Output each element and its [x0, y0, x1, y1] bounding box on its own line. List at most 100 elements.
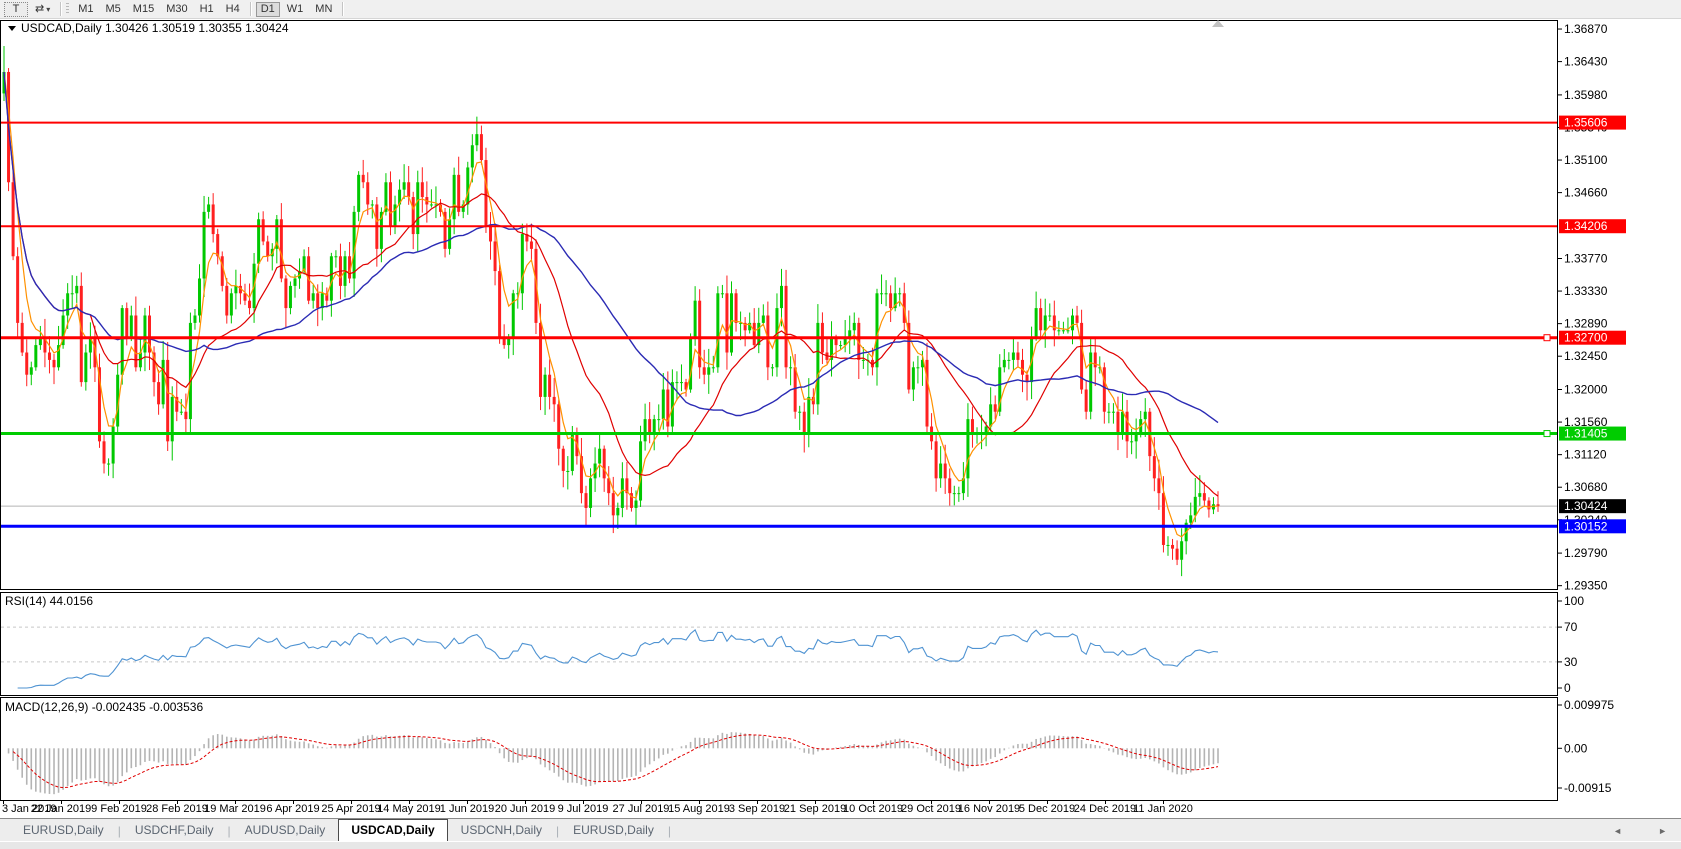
toolbar-grip[interactable]	[66, 3, 69, 15]
candle-body	[562, 449, 565, 471]
candle-body	[939, 464, 942, 479]
tab-scroll-left-icon[interactable]: ◄	[1613, 826, 1622, 836]
candle-body	[66, 293, 69, 315]
candle-body	[926, 360, 929, 427]
candle-body	[694, 301, 697, 338]
candle-body	[512, 293, 515, 337]
tab-strip: EURUSD,Daily|USDCHF,Daily|AUDUSD,DailyUS…	[10, 819, 672, 842]
candle-body	[143, 315, 146, 352]
candle-body	[675, 382, 678, 383]
candle-body	[735, 293, 738, 323]
timeframe-button-h1[interactable]: H1	[195, 2, 219, 17]
top-toolbar: T ⇄ ▾ M1M5M15M30H1H4 D1W1MN	[0, 0, 1681, 19]
timeframe-button-h4[interactable]: H4	[221, 2, 245, 17]
candle-body	[480, 134, 483, 160]
candle-body	[1126, 412, 1129, 442]
candle-body	[157, 382, 160, 404]
chart-tab-usdcnh-daily[interactable]: USDCNH,Daily	[448, 820, 555, 841]
chart-tab-audusd-daily[interactable]: AUDUSD,Daily	[232, 820, 339, 841]
candle-body	[289, 286, 292, 308]
candle-body	[1062, 330, 1065, 331]
candle-body	[1207, 501, 1210, 510]
candle-body	[1066, 330, 1069, 331]
toolbar-separator	[60, 2, 61, 16]
candle-body	[616, 508, 619, 515]
candle-body	[34, 345, 37, 367]
candle-body	[680, 382, 683, 383]
timeframe-button-m1[interactable]: M1	[73, 2, 98, 17]
candle-body	[412, 197, 415, 234]
candle-body	[162, 360, 165, 404]
candle-body	[1003, 360, 1006, 367]
candle-body	[557, 404, 560, 448]
candle-body	[1044, 315, 1047, 330]
timeframe-button-m30[interactable]: M30	[161, 2, 192, 17]
candle-body	[589, 478, 592, 508]
candle-body	[466, 167, 469, 204]
candle-body	[721, 293, 724, 294]
macd-panel[interactable]	[1, 698, 1558, 801]
chart-tab-usdcad-daily[interactable]: USDCAD,Daily	[338, 819, 447, 842]
tab-separator: |	[667, 824, 672, 838]
hline-anchor-marker[interactable]	[1544, 431, 1550, 437]
arrows-tool-button[interactable]: ⇄ ▾	[30, 2, 55, 17]
candle-body	[1085, 390, 1088, 412]
timeframe-button-mn[interactable]: MN	[310, 2, 337, 17]
timeframe-button-w1[interactable]: W1	[282, 2, 309, 17]
candle-body	[321, 293, 324, 308]
rsi-panel[interactable]	[1, 593, 1558, 696]
candle-body	[889, 293, 892, 308]
timeframe-button-group: M1M5M15M30H1H4 D1W1MN	[72, 2, 338, 17]
candle-body	[316, 293, 319, 308]
chart-tab-usdchf-daily[interactable]: USDCHF,Daily	[122, 820, 227, 841]
chart-canvas[interactable]: 1.368701.364301.359801.355401.351001.346…	[0, 0, 1681, 818]
time-scale[interactable]	[0, 802, 1558, 816]
candle-body	[1153, 456, 1156, 478]
candle-body	[1016, 353, 1019, 360]
candle-body	[366, 182, 369, 204]
candle-body	[180, 412, 183, 413]
timeframe-button-m15[interactable]: M15	[128, 2, 159, 17]
chart-tab-eurusd-daily[interactable]: EURUSD,Daily	[10, 820, 117, 841]
candle-body	[407, 182, 410, 197]
candle-body	[648, 419, 651, 434]
candle-body	[75, 286, 78, 293]
macd-indicator-label: MACD(12,26,9) -0.002435 -0.003536	[5, 700, 203, 714]
candle-body	[16, 256, 19, 323]
candle-body	[53, 360, 56, 367]
price-scale[interactable]	[1558, 20, 1681, 800]
candle-body	[539, 323, 542, 397]
candle-body	[312, 293, 315, 300]
hline-anchor-marker[interactable]	[1544, 335, 1550, 341]
candle-body	[725, 293, 728, 352]
candle-body	[885, 293, 888, 294]
candle-body	[807, 397, 810, 434]
candle-body	[403, 182, 406, 189]
main-chart-panel[interactable]	[1, 21, 1558, 590]
candle-body	[216, 234, 219, 256]
candle-body	[671, 382, 674, 426]
candle-body	[753, 323, 756, 345]
tab-scroll-right-icon[interactable]: ►	[1658, 826, 1667, 836]
chart-tab-eurusd-daily[interactable]: EURUSD,Daily	[560, 820, 667, 841]
candle-body	[644, 419, 647, 441]
candle-body	[203, 212, 206, 279]
candle-body	[944, 464, 947, 479]
text-tool-button[interactable]: T	[4, 2, 28, 17]
candle-body	[771, 367, 774, 368]
candle-body	[816, 323, 819, 404]
candle-body	[1157, 478, 1160, 493]
candle-body	[12, 182, 15, 256]
candle-body	[762, 315, 765, 322]
candle-body	[498, 271, 501, 338]
candle-body	[207, 204, 210, 211]
candle-body	[703, 367, 706, 374]
timeframe-button-m5[interactable]: M5	[101, 2, 126, 17]
candle-body	[584, 493, 587, 508]
candle-body	[166, 360, 169, 441]
candle-body	[862, 360, 865, 361]
timeframe-button-d1[interactable]: D1	[256, 2, 280, 17]
candle-body	[953, 493, 956, 494]
candle-body	[193, 315, 196, 322]
dropdown-caret-icon: ▾	[46, 3, 50, 16]
